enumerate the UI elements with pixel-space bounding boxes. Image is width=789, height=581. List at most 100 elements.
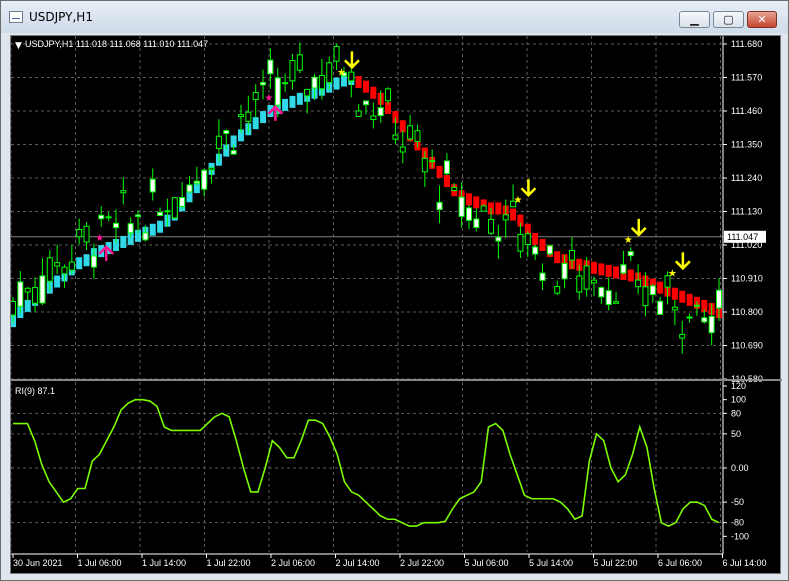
candle-body — [186, 184, 193, 193]
candle-body — [546, 245, 553, 255]
ma-bar — [363, 80, 369, 93]
time-tick-label: 30 Jun 2021 — [13, 558, 63, 568]
close-icon: ✕ — [757, 13, 767, 26]
ma-bar — [157, 220, 164, 233]
candle-body — [429, 160, 436, 163]
candle-body — [488, 218, 495, 234]
ma-bar — [532, 232, 539, 245]
candle-body — [171, 197, 178, 219]
candle-body — [17, 281, 24, 307]
candle-body — [68, 261, 75, 271]
ma-bar — [370, 86, 377, 99]
candle-body — [98, 214, 105, 220]
candle-body — [421, 157, 428, 173]
rsi-tick-label: 0.00 — [731, 463, 749, 473]
candle-body — [679, 333, 686, 339]
time-tick-label: 6 Jul 06:00 — [658, 558, 702, 568]
rsi-tick-label: 80 — [731, 408, 741, 418]
sell-arrow-icon — [630, 218, 647, 237]
buy-star-icon: ★ — [95, 233, 104, 244]
candle-body — [11, 300, 16, 316]
candle-body — [443, 160, 450, 175]
sell-star-icon: ★ — [337, 67, 346, 78]
ma-bar — [554, 251, 561, 264]
candle-body — [657, 300, 664, 315]
candle-body — [590, 279, 597, 284]
candle-body — [458, 196, 465, 217]
ma-bar — [686, 293, 693, 306]
sell-star-icon: ★ — [668, 268, 677, 279]
candle-body — [627, 251, 634, 257]
minimize-button[interactable]: ▁ — [679, 11, 710, 28]
candle-body — [61, 266, 68, 275]
candle-body — [164, 210, 171, 213]
ma-bar — [76, 257, 83, 270]
ma-bar — [539, 239, 546, 251]
ma-bar — [296, 92, 303, 105]
candle-body — [451, 186, 458, 191]
candle-body — [54, 262, 61, 267]
maximize-icon: ▢ — [723, 13, 734, 26]
candle-body — [598, 287, 605, 298]
price-tick-label: 111.680 — [731, 39, 762, 49]
rsi-line — [13, 398, 720, 527]
ma-bar — [120, 235, 127, 248]
ma-bar — [260, 111, 267, 124]
time-tick-label: 1 Jul 06:00 — [78, 558, 122, 568]
candle-body — [39, 275, 46, 304]
candle-body — [377, 107, 384, 117]
candle-body — [355, 110, 362, 117]
chart-svg[interactable]: ★ ★ ★ ★ ★ ★ 111.680 111.570 111.460 111.350 111.2… — [11, 36, 782, 575]
candle-body — [32, 287, 39, 304]
candle-body — [135, 214, 142, 217]
maximize-button[interactable]: ▢ — [713, 11, 744, 28]
collapse-triangle-icon[interactable]: ▼ — [15, 41, 22, 51]
candle-body — [407, 125, 414, 140]
rsi-tick-label: 100 — [731, 395, 746, 405]
ma-bar — [54, 275, 61, 288]
candle-body — [524, 233, 531, 246]
candle-body — [370, 115, 377, 120]
time-tick-label: 2 Jul 14:00 — [336, 558, 380, 568]
candle-body — [157, 211, 164, 217]
candle-body — [208, 167, 215, 171]
candle-body — [495, 236, 502, 242]
sell-arrow-icon — [344, 51, 360, 70]
candle-body — [473, 218, 480, 228]
candle-body — [76, 229, 83, 238]
candle-body — [414, 130, 421, 142]
candle-body — [708, 315, 715, 334]
candle-body — [517, 233, 524, 252]
ma-bar — [436, 165, 443, 178]
time-tick-label: 5 Jul 14:00 — [529, 558, 573, 568]
candle-body — [112, 222, 119, 229]
sell-arrow-icon — [674, 252, 691, 271]
candle-body — [24, 287, 31, 293]
ma-bar — [510, 208, 517, 221]
sell-arrow-icon — [520, 179, 537, 197]
candle-body — [363, 100, 369, 106]
candle-body — [296, 54, 303, 71]
candle-body — [105, 216, 112, 219]
ma-bar — [465, 193, 472, 206]
candle-body — [613, 301, 620, 304]
candle-body — [120, 190, 127, 194]
candle-body — [686, 316, 693, 319]
time-tick-label: 1 Jul 22:00 — [207, 558, 251, 568]
window-titlebar[interactable]: USDJPY,H1 ▁ ▢ ✕ — [1, 1, 788, 33]
candle-body — [215, 135, 222, 149]
candle-body — [620, 264, 627, 274]
ma-bar — [495, 202, 502, 215]
candle-body — [304, 88, 311, 97]
chart-window-icon — [9, 11, 23, 23]
window-title: USDJPY,H1 — [29, 10, 93, 24]
candle-body — [83, 225, 90, 243]
chart-window: USDJPY,H1 ▁ ▢ ✕ ★ ★ ★ ★ ★ ★ 111.680 111.570 111… — [0, 0, 789, 581]
ma-bar — [83, 254, 90, 267]
current-price-label: 111.047 — [727, 232, 758, 242]
chart-area[interactable]: ★ ★ ★ ★ ★ ★ 111.680 111.570 111.460 111.350 111.2… — [10, 35, 782, 575]
candle-body — [385, 88, 392, 102]
close-button[interactable]: ✕ — [747, 11, 777, 28]
price-tick-label: 110.910 — [731, 274, 763, 284]
candle-body — [318, 74, 325, 90]
